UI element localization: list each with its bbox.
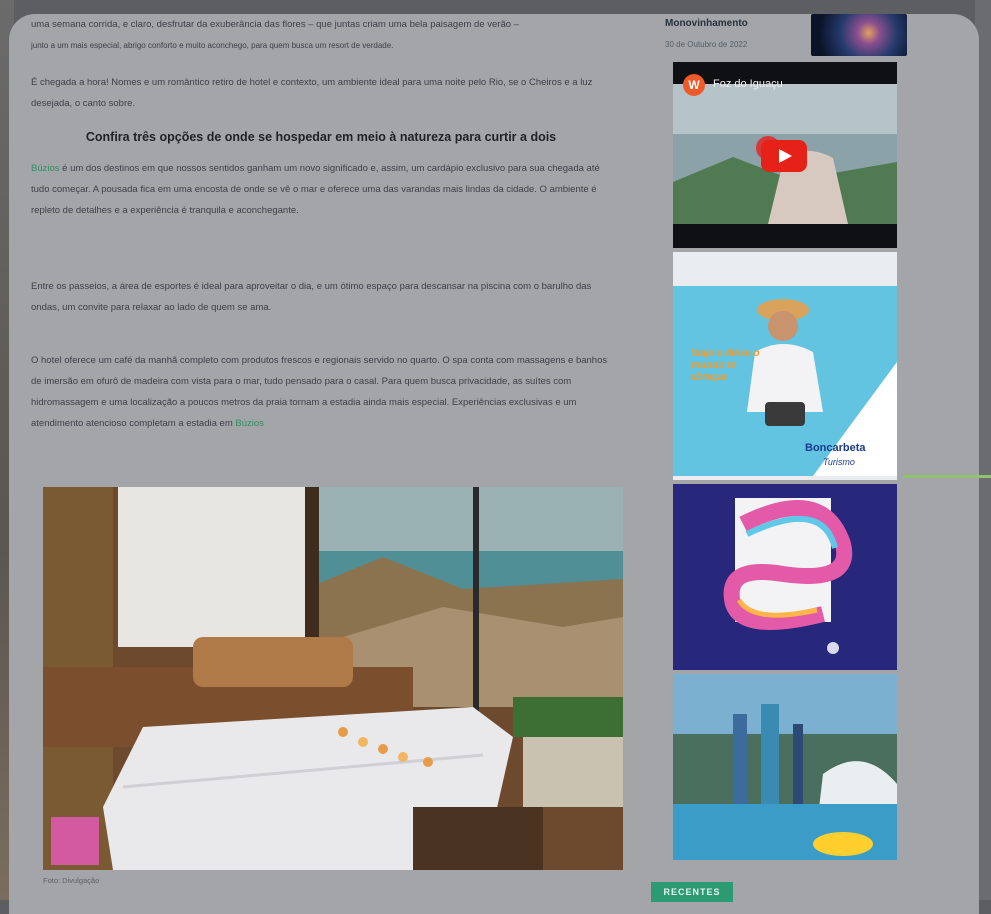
article-paragraph-3-text: é um dos destinos em que nossos sentidos… — [31, 163, 600, 216]
article-link-buzios[interactable]: Búzios — [31, 163, 60, 174]
intro-paragraph: uma semana corrida, e claro, desfrutar d… — [31, 14, 611, 56]
youtube-video-embed[interactable]: W Foz do Iguaçu — [673, 62, 897, 248]
article-paragraph-2: É chegada a hora! Nomes e um romântico r… — [31, 77, 593, 109]
sidebar-news-title[interactable]: Monovinhamento — [665, 18, 748, 29]
article-paragraph-4: Entre os passeios, a área de esportes é … — [31, 281, 592, 313]
intro-line-1: uma semana corrida, e claro, desfrutar d… — [31, 19, 519, 30]
play-triangle-icon — [779, 149, 792, 163]
ad-brand-title: Boncarbeta — [805, 442, 866, 454]
sidebar-news-thumbnail[interactable] — [811, 14, 907, 56]
water-park-illustration — [673, 674, 897, 860]
ad-banner-water-park[interactable] — [673, 674, 897, 860]
abstract-swirl-ad — [673, 484, 897, 670]
article-photo-spa — [43, 487, 623, 870]
sidebar-news-date: 30 de Outubro de 2022 — [665, 40, 748, 49]
section-heading: Confira três opções de onde se hospedar … — [85, 130, 557, 144]
ad-brand-subtitle: Turismo — [823, 457, 855, 467]
intro-line-2: junto a um mais especial, abrigo confort… — [31, 41, 394, 50]
spa-photo-illustration — [43, 487, 623, 870]
overlay-card: uma semana corrida, e claro, desfrutar d… — [9, 14, 979, 914]
recentes-button[interactable]: RECENTES — [651, 882, 733, 902]
ad-banner-tourism[interactable]: Viaje e deixe o mundo te abraçar Boncarb… — [673, 252, 897, 480]
video-title: Foz do Iguaçu — [713, 78, 783, 90]
article-paragraph-3: Búzios é um dos destinos em que nossos s… — [31, 158, 611, 221]
article-link-buzios-2[interactable]: Búzios — [235, 418, 264, 429]
channel-avatar-icon: W — [683, 74, 705, 96]
photo-caption: Foto: Divulgação — [43, 876, 100, 885]
article-paragraph-5-text: O hotel oferece um café da manhã complet… — [31, 355, 608, 429]
ad-banner-abstract[interactable] — [673, 484, 897, 670]
accent-divider — [903, 475, 991, 478]
youtube-play-icon[interactable] — [761, 140, 807, 172]
ad-tagline: Viaje e deixe o mundo te abraçar — [691, 348, 760, 383]
article-paragraph-5: O hotel oferece um café da manhã complet… — [31, 350, 611, 434]
